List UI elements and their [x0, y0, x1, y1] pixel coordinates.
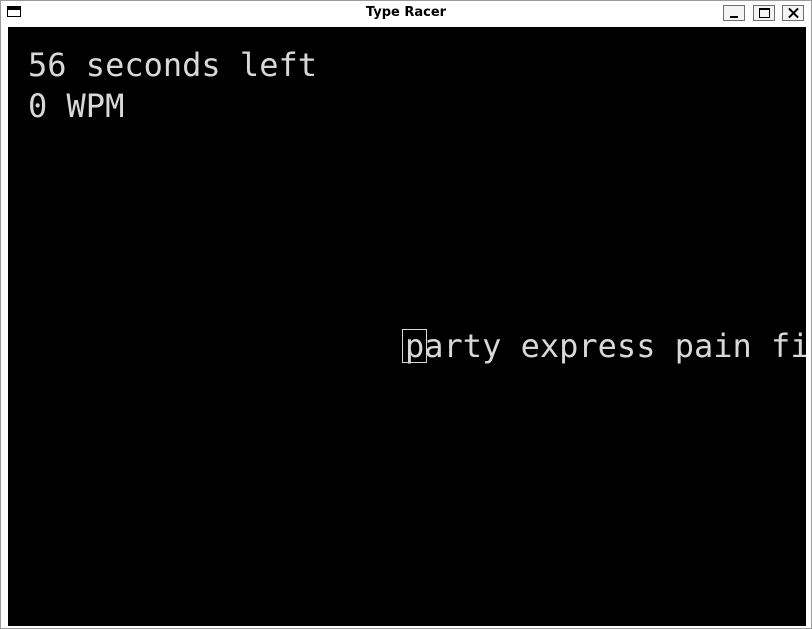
timer-readout: 56 seconds left — [28, 46, 317, 84]
wpm-readout: 0 WPM — [28, 87, 125, 125]
remaining-text: arty express pain fi — [424, 327, 806, 365]
maximize-button[interactable] — [753, 5, 775, 21]
typing-text-line: party express pain fi — [401, 327, 806, 365]
window-title: Type Racer — [365, 5, 447, 20]
game-canvas[interactable]: 56 seconds left 0 WPM party express pain… — [8, 27, 806, 626]
close-button[interactable] — [782, 5, 804, 21]
title-bar[interactable]: Type Racer — [1, 1, 811, 25]
app-window: Type Racer 56 seconds left 0 WPM party e… — [0, 0, 812, 629]
current-character-cursor: p — [401, 327, 428, 365]
minimize-button[interactable] — [723, 5, 745, 21]
